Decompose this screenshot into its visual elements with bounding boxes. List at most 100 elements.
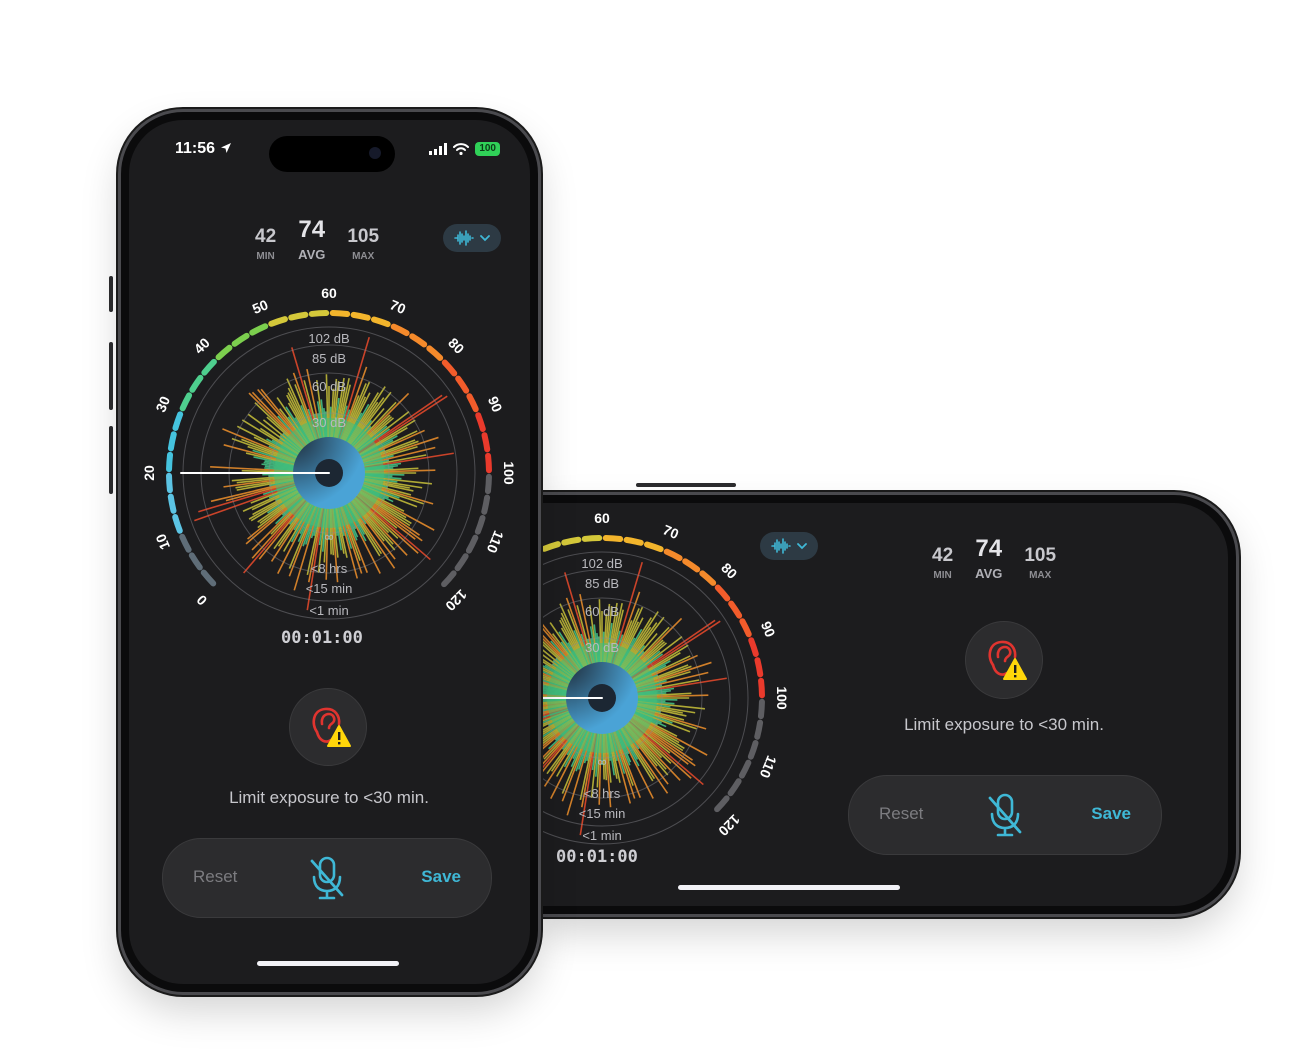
exposure-warning-text: Limit exposure to <30 min. <box>229 788 429 807</box>
scale-segment <box>728 600 743 619</box>
cellular-signal-icon <box>429 143 448 155</box>
portrait-phone: 11:56 100 42 MIN 74 AVG 105 MAX 102 dB 85 dB… <box>121 112 538 992</box>
scale-segment <box>308 310 330 317</box>
scale-label: 50 <box>250 296 271 317</box>
scale-segment <box>602 535 624 543</box>
scale-segment <box>201 358 217 376</box>
scale-label: 120 <box>715 811 743 839</box>
sound-level-gauge: 102 dB 85 dB 60 dB 30 dB ∞ <8 hrs <15 min <1 mi… <box>141 285 517 620</box>
location-arrow-icon <box>220 143 231 153</box>
input-source-selector[interactable] <box>760 532 818 560</box>
scale-segment <box>166 451 174 473</box>
scale-segment <box>371 316 391 328</box>
scale-segment <box>481 432 491 453</box>
scale-label: 120 <box>442 586 470 614</box>
action-button[interactable] <box>109 276 113 312</box>
scale-label: 70 <box>661 521 682 542</box>
duration-label: <1 min <box>582 828 621 843</box>
scale-segment <box>727 778 742 797</box>
ring-label: 85 dB <box>312 351 346 366</box>
ring-label: 102 dB <box>581 556 622 571</box>
landscape-phone: 102 dB 85 dB 60 dB 30 dB ∞ <8 hrs <15 min <1 mi… <box>538 495 1236 914</box>
duration-label: <8 hrs <box>584 786 621 801</box>
ear-warning-icon <box>312 707 351 747</box>
scale-segment <box>747 740 759 760</box>
scale-segment <box>179 392 193 412</box>
scale-label: 80 <box>718 560 740 582</box>
scale-segment <box>757 698 765 720</box>
chevron-down-icon <box>480 235 490 242</box>
ear-warning-icon <box>988 640 1027 680</box>
scale-segment <box>249 323 269 336</box>
scale-segment <box>754 719 764 740</box>
scale-segment <box>682 558 701 573</box>
reset-button[interactable]: Reset <box>879 804 923 824</box>
scale-label: 100 <box>774 686 790 710</box>
hearing-warning-indicator <box>965 621 1043 699</box>
scale-segment <box>465 534 479 554</box>
scale-segment <box>541 541 561 552</box>
scale-segment <box>231 332 250 347</box>
scale-segment <box>167 493 177 514</box>
home-indicator[interactable] <box>678 885 900 890</box>
recording-controls: Reset Save <box>848 775 1162 855</box>
mic-off-icon[interactable] <box>985 792 1025 838</box>
status-indicators: 100 <box>429 141 500 157</box>
scale-segment <box>167 431 177 452</box>
dynamic-island <box>269 136 395 172</box>
scale-segment <box>644 541 664 553</box>
scale-label: 110 <box>757 753 781 780</box>
elapsed-timer: 00:01:00 <box>556 847 638 867</box>
scale-segment <box>581 535 603 542</box>
status-time: 11:56 <box>175 140 232 158</box>
exposure-warning-text: Limit exposure to <30 min. <box>904 715 1104 734</box>
max-stat: 105 MAX <box>347 226 380 262</box>
waveform-icon <box>771 538 791 554</box>
duration-label: <15 min <box>579 806 626 821</box>
ring-label: 85 dB <box>585 576 619 591</box>
scale-label: 20 <box>141 465 157 481</box>
scale-label: 110 <box>484 528 508 555</box>
scale-label: 60 <box>321 285 337 301</box>
save-button[interactable]: Save <box>1091 804 1131 824</box>
scale-label: 90 <box>485 394 506 415</box>
reset-button[interactable]: Reset <box>193 867 237 887</box>
scale-segment <box>754 657 764 678</box>
scale-segment <box>758 677 765 699</box>
recording-controls: Reset Save <box>162 838 492 918</box>
scale-segment <box>188 552 203 571</box>
scale-segment <box>288 311 309 321</box>
scale-segment <box>663 548 683 562</box>
scale-label: 50 <box>538 521 544 542</box>
scale-segment <box>474 515 486 535</box>
wifi-icon <box>453 143 470 155</box>
scale-segment <box>409 333 428 348</box>
scale-segment <box>748 637 759 657</box>
scale-label: 10 <box>152 531 173 552</box>
scale-segment <box>350 311 371 321</box>
duration-label: ∞ <box>597 754 606 769</box>
scale-segment <box>215 344 233 361</box>
home-indicator[interactable] <box>257 961 399 966</box>
scale-segment <box>166 472 173 494</box>
scale-segment <box>426 345 444 361</box>
save-button[interactable]: Save <box>421 867 461 887</box>
scale-segment <box>172 411 184 431</box>
max-stat: 105 MAX <box>1024 545 1057 581</box>
duration-label: <1 min <box>309 603 348 618</box>
volume-down-button[interactable] <box>109 426 113 494</box>
input-source-selector[interactable] <box>443 224 501 252</box>
scale-segment <box>623 536 644 546</box>
scale-segment <box>268 316 288 327</box>
scale-segment <box>441 359 458 377</box>
scale-label: 100 <box>501 461 517 485</box>
scale-label: 30 <box>152 394 173 415</box>
sound-level-gauge: 102 dB 85 dB 60 dB 30 dB ∞ <8 hrs <15 min <1 mi… <box>538 510 790 845</box>
mic-off-icon[interactable] <box>307 855 347 901</box>
scale-segment <box>454 553 469 572</box>
duration-label: <8 hrs <box>311 561 348 576</box>
volume-up-button[interactable] <box>109 342 113 410</box>
scale-label: 60 <box>594 510 610 526</box>
landscape-top-button[interactable] <box>636 483 736 487</box>
ring-label: 30 dB <box>312 415 346 430</box>
